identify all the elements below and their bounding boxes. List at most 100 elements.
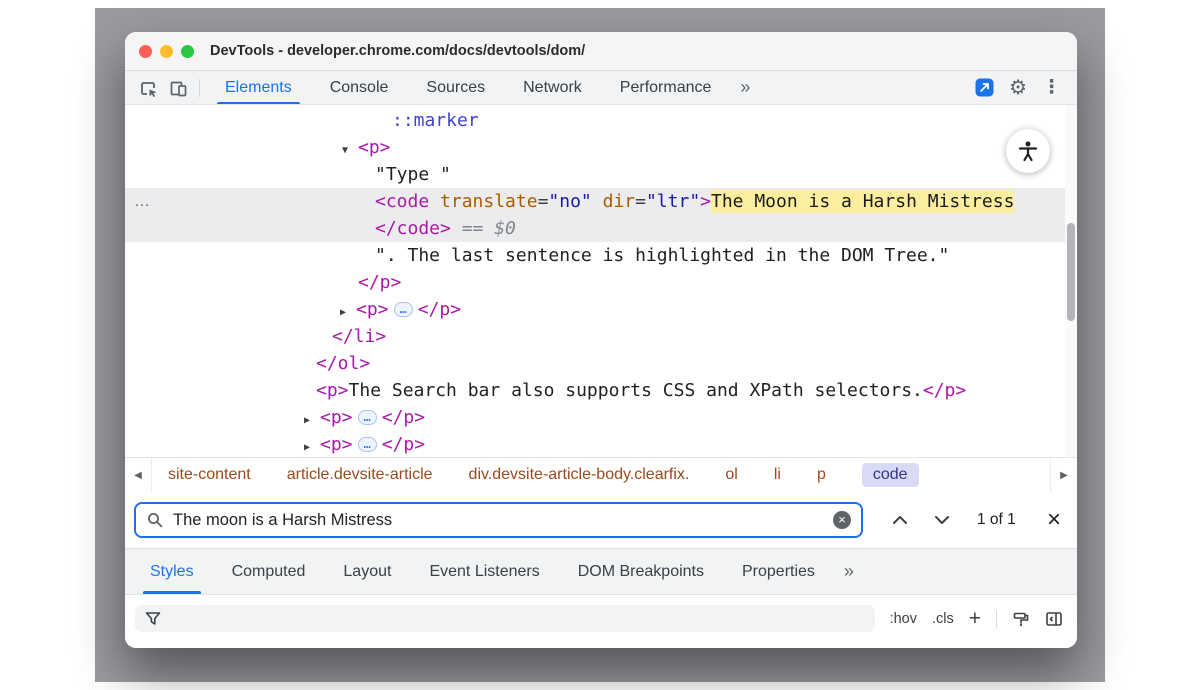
dom-token: > — [700, 191, 711, 212]
dom-tree-row[interactable]: </p> — [125, 269, 1077, 296]
dom-token: ". The last sentence is highlighted in t… — [375, 245, 949, 266]
more-panels-chevron[interactable]: » — [834, 561, 864, 582]
arrow-badge-icon[interactable] — [975, 78, 994, 97]
ellipsis-pill-icon[interactable]: … — [358, 410, 377, 425]
dom-tree-row[interactable]: "Type " — [125, 161, 1077, 188]
breadcrumb-item-li[interactable]: li — [774, 466, 781, 484]
tab-styles[interactable]: Styles — [131, 549, 213, 594]
dom-token: "Type " — [375, 164, 451, 185]
styles-tabs-bar: StylesComputedLayoutEvent ListenersDOM B… — [125, 549, 1077, 595]
expand-arrow-icon[interactable]: ▶ — [340, 299, 356, 326]
tab-computed[interactable]: Computed — [213, 549, 325, 594]
ellipsis-pill-icon[interactable]: … — [358, 437, 377, 452]
dom-token: </p> — [382, 407, 425, 428]
devtools-toolbar: ElementsConsoleSourcesNetworkPerformance… — [125, 71, 1077, 105]
dom-tree: ::marker▼<p>"Type "…<code translate="no"… — [125, 105, 1077, 457]
previous-result-chevron-icon[interactable] — [879, 515, 921, 525]
tab-dom-breakpoints[interactable]: DOM Breakpoints — [559, 549, 723, 594]
expand-arrow-icon[interactable]: ▶ — [304, 434, 320, 457]
tab-network[interactable]: Network — [504, 71, 601, 104]
dom-token: dir — [592, 191, 635, 212]
toggle-sidebar-icon[interactable] — [1045, 610, 1063, 628]
breadcrumb-item-p[interactable]: p — [817, 466, 826, 484]
dom-tree-row[interactable]: ▶<p> … </p> — [125, 404, 1077, 431]
breadcrumb-item-site-content[interactable]: site-content — [168, 466, 251, 484]
devtools-window: DevTools - developer.chrome.com/docs/dev… — [125, 32, 1077, 648]
dom-token: </p> — [418, 299, 461, 320]
dom-token: "ltr" — [646, 191, 700, 212]
breadcrumb-scroll-left-icon[interactable]: ◀ — [125, 458, 152, 492]
dom-token: <p> — [356, 299, 389, 320]
toolbar-right-icons: ⚙ ⋮ — [975, 78, 1077, 98]
breadcrumb-scroll-right-icon[interactable]: ▶ — [1050, 458, 1077, 492]
clear-search-icon[interactable]: × — [833, 511, 851, 529]
breadcrumb-items: site-content article.devsite-article div.d… — [152, 463, 919, 487]
toolbar-divider — [199, 79, 200, 97]
element-classes-button[interactable]: .cls — [932, 611, 954, 627]
tab-elements[interactable]: Elements — [206, 71, 311, 104]
dom-tree-row[interactable]: ▶<p> … </p> — [125, 296, 1077, 323]
dom-tree-row[interactable]: ::marker — [125, 107, 1077, 134]
dom-tree-row[interactable]: </code> == $0 — [125, 215, 1077, 242]
dom-tree-row[interactable]: <p>The Search bar also supports CSS and … — [125, 377, 1077, 404]
breadcrumb-item-code[interactable]: code — [862, 463, 919, 487]
dom-tree-row[interactable]: ". The last sentence is highlighted in t… — [125, 242, 1077, 269]
tab-event-listeners[interactable]: Event Listeners — [410, 549, 558, 594]
dom-token: $0 — [494, 218, 516, 239]
dom-token: = — [538, 191, 549, 212]
dom-token: </code> — [375, 218, 451, 239]
ellipsis-pill-icon[interactable]: … — [394, 302, 413, 317]
dom-token: <p> — [320, 407, 353, 428]
device-toolbar-icon[interactable] — [163, 74, 193, 101]
dom-tree-row[interactable]: </li> — [125, 323, 1077, 350]
search-results-count: 1 of 1 — [977, 511, 1016, 529]
dom-tree-row[interactable]: ▼<p> — [125, 134, 1077, 161]
dom-token: == — [451, 218, 494, 239]
search-query-text: The moon is a Harsh Mistress — [173, 511, 824, 530]
dom-token: = — [635, 191, 646, 212]
styles-toolbar: :hov .cls + — [125, 595, 1077, 648]
paint-roller-icon[interactable] — [1012, 610, 1030, 628]
toggle-element-state-button[interactable]: :hov — [890, 611, 917, 627]
more-tabs-chevron[interactable]: » — [730, 77, 760, 98]
breadcrumb-item-article-devsite-article[interactable]: article.devsite-article — [287, 466, 433, 484]
dom-token: <p> — [358, 137, 391, 158]
tab-performance[interactable]: Performance — [601, 71, 731, 104]
row-actions-dots-icon[interactable]: … — [134, 188, 151, 215]
tab-layout[interactable]: Layout — [324, 549, 410, 594]
more-menu-icon[interactable]: ⋮ — [1042, 78, 1061, 97]
collapse-arrow-icon[interactable]: ▼ — [342, 137, 358, 164]
sidebar-tabs: StylesComputedLayoutEvent ListenersDOM B… — [131, 549, 834, 594]
tab-sources[interactable]: Sources — [407, 71, 504, 104]
filter-funnel-icon — [145, 611, 161, 626]
new-style-rule-button[interactable]: + — [969, 608, 981, 629]
next-result-chevron-icon[interactable] — [921, 515, 963, 525]
breadcrumb-item-div-devsite-article-body-clearfix[interactable]: div.devsite-article-body.clearfix. — [469, 466, 690, 484]
inspect-element-icon[interactable] — [133, 74, 163, 101]
filter-toolbar-divider — [996, 610, 997, 628]
settings-gear-icon[interactable]: ⚙ — [1009, 78, 1027, 98]
tab-console[interactable]: Console — [311, 71, 408, 104]
expand-arrow-icon[interactable]: ▶ — [304, 407, 320, 434]
traffic-lights — [139, 45, 194, 58]
zoom-window-button[interactable] — [181, 45, 194, 58]
dom-token: </p> — [358, 272, 401, 293]
minimize-window-button[interactable] — [160, 45, 173, 58]
tab-properties[interactable]: Properties — [723, 549, 834, 594]
breadcrumb-item-ol[interactable]: ol — [725, 466, 737, 484]
search-input[interactable]: The moon is a Harsh Mistress × — [134, 502, 863, 538]
dom-tree-row[interactable]: …<code translate="no" dir="ltr">The Moon… — [125, 188, 1077, 215]
dom-token: </ol> — [316, 353, 370, 374]
dom-tree-panel: ::marker▼<p>"Type "…<code translate="no"… — [125, 105, 1077, 457]
accessibility-button[interactable] — [1006, 129, 1050, 173]
vertical-scrollbar-thumb[interactable] — [1067, 223, 1075, 321]
breadcrumb-bar: ◀ site-content article.devsite-article div… — [125, 457, 1077, 492]
style-filter-input[interactable] — [135, 605, 875, 632]
dom-token: The Search bar also supports CSS and XPa… — [349, 380, 923, 401]
close-search-icon[interactable]: × — [1047, 508, 1061, 532]
close-window-button[interactable] — [139, 45, 152, 58]
window-title: DevTools - developer.chrome.com/docs/dev… — [210, 43, 585, 59]
dom-tree-row[interactable]: ▶<p>…</p> — [125, 431, 1077, 457]
dom-token: translate — [429, 191, 537, 212]
dom-tree-row[interactable]: </ol> — [125, 350, 1077, 377]
